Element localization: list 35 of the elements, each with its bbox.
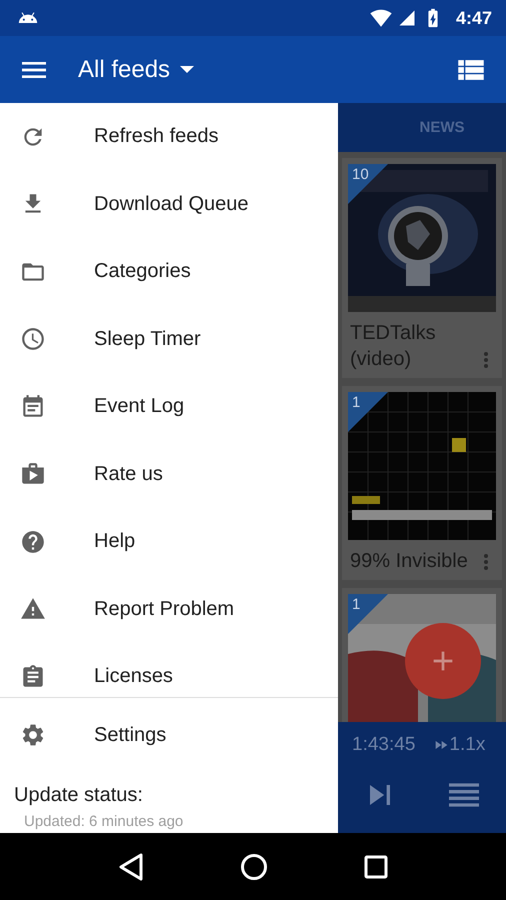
cell-signal-icon (398, 9, 416, 27)
episode-count: 1 (352, 596, 360, 613)
podcast-title: TEDTalks (video) (350, 321, 437, 372)
episode-count: 1 (352, 394, 360, 411)
podcast-card[interactable]: 1 99% Invisible (342, 386, 502, 580)
drawer-item[interactable]: Categories (0, 238, 338, 306)
drawer-item[interactable]: Download Queue (0, 170, 338, 238)
drawer-item[interactable]: Settings (0, 698, 338, 772)
more-icon (484, 554, 488, 570)
episode-count: 10 (352, 166, 369, 183)
drawer-item[interactable]: Event Log (0, 373, 338, 440)
drawer-item[interactable]: Sleep Timer (0, 306, 338, 373)
drawer-item[interactable]: Rate us (0, 440, 338, 508)
more-icon (484, 352, 488, 368)
dropdown-caret-icon (180, 66, 194, 73)
drawer-item[interactable]: Report Problem (0, 576, 338, 643)
clock-icon (20, 326, 46, 352)
playback-speed[interactable]: 1.1x (433, 734, 486, 756)
drawer-item[interactable]: Help (0, 508, 338, 576)
podcast-title: 99% Invisible (350, 549, 469, 574)
wifi-icon (370, 7, 392, 29)
settings-icon (20, 722, 46, 748)
help-icon (20, 528, 46, 555)
podcast-card[interactable]: 10 TEDTalks (video) (342, 158, 502, 378)
update-status-title: Update status: (14, 784, 144, 807)
feed-selector[interactable]: All feeds (78, 56, 194, 84)
drawer-item[interactable]: Refresh feeds (0, 103, 338, 170)
elapsed-time: 1:43:45 (352, 734, 416, 756)
update-status-detail: Updated: 6 minutes ago (24, 813, 184, 830)
drawer-item[interactable]: Licenses (0, 643, 338, 697)
calendar-icon (20, 394, 46, 420)
home-icon[interactable] (240, 852, 268, 880)
back-icon[interactable] (118, 852, 144, 880)
recents-icon[interactable] (364, 854, 388, 878)
clock: 4:47 (456, 8, 492, 28)
